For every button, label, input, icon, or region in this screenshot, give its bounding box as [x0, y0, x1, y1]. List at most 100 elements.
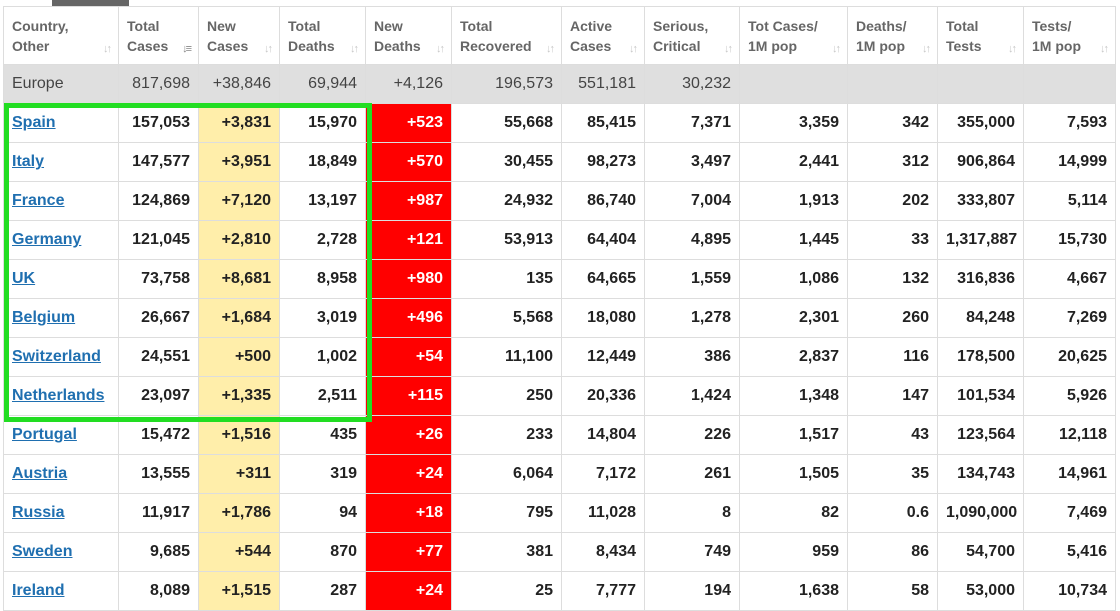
data-cell-4: +24: [365, 454, 452, 494]
data-cell-1: 11,917: [118, 493, 199, 533]
country-link[interactable]: Ireland: [12, 582, 64, 599]
data-cell-2: +500: [198, 337, 280, 377]
data-cell-9: 43: [847, 415, 938, 455]
country-cell: UK: [3, 259, 119, 299]
country-link[interactable]: France: [12, 192, 64, 209]
column-header-label: Tests/1M pop: [1032, 16, 1109, 56]
column-header-label: Serious, Critical: [653, 16, 733, 56]
data-cell-7: 1,278: [644, 298, 740, 338]
sort-icon[interactable]: ↓↑: [350, 39, 359, 59]
sort-desc-icon[interactable]: ↓≡: [182, 39, 192, 59]
table-row: France 124,869 +7,120 13,197 +987 24,932 86,74…: [3, 181, 1116, 221]
data-cell-9: 260: [847, 298, 938, 338]
data-cell-5: 5,568: [451, 298, 562, 338]
column-header-label: Country, Other: [12, 16, 112, 56]
column-header-10[interactable]: Total Tests ↓↑: [937, 6, 1024, 65]
country-cell: Portugal: [3, 415, 119, 455]
column-header-6[interactable]: Active Cases ↓↑: [561, 6, 645, 65]
data-cell-6: 7,777: [561, 571, 645, 611]
column-header-label: New Deaths: [374, 16, 445, 56]
country-cell: Ireland: [3, 571, 119, 611]
coronavirus-countries-table: Country, Other ↓↑ Total Cases ↓≡ New Cases ↓↑ Tot…: [3, 6, 1116, 611]
column-header-line1: New: [374, 17, 403, 34]
column-header-7[interactable]: Serious, Critical ↓↑: [644, 6, 740, 65]
column-header-line1: Serious,: [653, 17, 709, 34]
data-cell-3: 18,849: [279, 142, 366, 182]
data-cell-4: +121: [365, 220, 452, 260]
country-link[interactable]: Netherlands: [12, 387, 104, 404]
column-header-label: Tot Cases/1M pop: [748, 16, 841, 56]
data-cell-8: 1,505: [739, 454, 848, 494]
country-cell: Netherlands: [3, 376, 119, 416]
sort-icon[interactable]: ↓↑: [1100, 39, 1109, 59]
country-link[interactable]: Germany: [12, 231, 81, 248]
data-cell-6: 11,028: [561, 493, 645, 533]
data-cell-2: +7,120: [198, 181, 280, 221]
column-header-5[interactable]: Total Recovered ↓↑: [451, 6, 562, 65]
country-link[interactable]: Switzerland: [12, 348, 101, 365]
column-header-1[interactable]: Total Cases ↓≡: [118, 6, 199, 65]
sort-icon[interactable]: ↓↑: [103, 39, 112, 59]
country-link[interactable]: Russia: [12, 504, 64, 521]
column-header-line1: Total: [288, 17, 321, 34]
sort-icon[interactable]: ↓↑: [1008, 39, 1017, 59]
country-link[interactable]: Portugal: [12, 426, 77, 443]
sort-icon[interactable]: ↓↑: [724, 39, 733, 59]
data-cell-2: +3,951: [198, 142, 280, 182]
data-cell-1: 8,089: [118, 571, 199, 611]
data-cell-2: +1,516: [198, 415, 280, 455]
data-cell-3: 2,728: [279, 220, 366, 260]
column-header-line2: Cases: [570, 37, 612, 54]
data-cell-6: 85,415: [561, 103, 645, 143]
sort-icon[interactable]: ↓↑: [546, 39, 555, 59]
data-cell-9: 132: [847, 259, 938, 299]
column-header-0[interactable]: Country, Other ↓↑: [3, 6, 119, 65]
country-link[interactable]: Italy: [12, 153, 44, 170]
column-header-11[interactable]: Tests/1M pop ↓↑: [1023, 6, 1116, 65]
column-header-line2: Cases: [127, 37, 169, 54]
column-header-line1: Total: [946, 17, 979, 34]
continent-cell-1: 817,698: [118, 64, 199, 104]
data-cell-9: 0.6: [847, 493, 938, 533]
country-cell: France: [3, 181, 119, 221]
country-link[interactable]: Belgium: [12, 309, 75, 326]
table-row: Belgium 26,667 +1,684 3,019 +496 5,568 18,080 1…: [3, 298, 1116, 338]
sort-icon[interactable]: ↓↑: [264, 39, 273, 59]
column-header-9[interactable]: Deaths/1M pop ↓↑: [847, 6, 938, 65]
data-cell-4: +26: [365, 415, 452, 455]
column-header-3[interactable]: Total Deaths ↓↑: [279, 6, 366, 65]
data-cell-9: 116: [847, 337, 938, 377]
column-header-4[interactable]: New Deaths ↓↑: [365, 6, 452, 65]
country-link[interactable]: Sweden: [12, 543, 72, 560]
column-header-line1: Active: [570, 17, 613, 34]
sort-icon[interactable]: ↓↑: [629, 39, 638, 59]
column-header-2[interactable]: New Cases ↓↑: [198, 6, 280, 65]
sort-icon[interactable]: ↓↑: [922, 39, 931, 59]
data-cell-8: 82: [739, 493, 848, 533]
data-cell-9: 147: [847, 376, 938, 416]
column-header-line1: New: [207, 17, 236, 34]
sort-icon[interactable]: ↓↑: [832, 39, 841, 59]
data-cell-2: +1,335: [198, 376, 280, 416]
data-cell-10: 355,000: [937, 103, 1024, 143]
data-cell-9: 312: [847, 142, 938, 182]
column-header-line1: Deaths/: [856, 17, 907, 34]
data-cell-7: 7,004: [644, 181, 740, 221]
column-header-8[interactable]: Tot Cases/1M pop ↓↑: [739, 6, 848, 65]
data-cell-4: +496: [365, 298, 452, 338]
country-link[interactable]: UK: [12, 270, 35, 287]
country-link[interactable]: Spain: [12, 114, 56, 131]
data-cell-3: 2,511: [279, 376, 366, 416]
column-header-line2: Tests: [946, 37, 982, 54]
data-cell-6: 20,336: [561, 376, 645, 416]
data-cell-10: 316,836: [937, 259, 1024, 299]
data-cell-3: 319: [279, 454, 366, 494]
sort-icon[interactable]: ↓↑: [436, 39, 445, 59]
data-cell-8: 2,837: [739, 337, 848, 377]
data-cell-10: 1,317,887: [937, 220, 1024, 260]
data-cell-5: 6,064: [451, 454, 562, 494]
data-cell-7: 1,559: [644, 259, 740, 299]
country-link[interactable]: Austria: [12, 465, 67, 482]
country-cell: Spain: [3, 103, 119, 143]
data-cell-3: 94: [279, 493, 366, 533]
